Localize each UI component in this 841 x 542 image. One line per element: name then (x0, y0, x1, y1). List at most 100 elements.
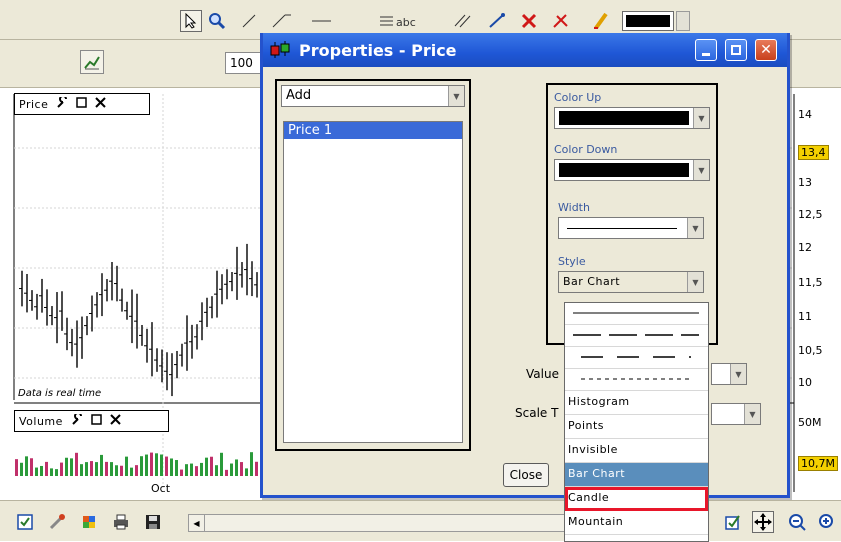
volume-bar (100, 454, 103, 476)
line-style-long-dash[interactable] (565, 325, 708, 347)
text-tool-icon[interactable]: abc (378, 10, 418, 32)
axis-label: 13 (798, 176, 812, 189)
volume-bar (60, 462, 63, 476)
width-label: Width (558, 201, 590, 214)
volume-bar (175, 460, 178, 476)
pencil-icon[interactable] (590, 10, 612, 32)
style-option[interactable]: Histogram (565, 391, 708, 415)
volume-bar (200, 462, 203, 476)
style-option-highlighted[interactable]: Candle (565, 487, 708, 511)
line-tool-icon[interactable] (238, 10, 260, 32)
close-window-button[interactable]: ✕ (755, 39, 777, 61)
volume-bar (130, 467, 133, 476)
candlestick-icon (269, 40, 291, 64)
line-width-sample (567, 228, 677, 229)
chevron-down-icon[interactable]: ▼ (744, 404, 760, 424)
volume-bar (95, 462, 98, 476)
drawing-color-picker[interactable] (622, 11, 674, 31)
color-down-picker[interactable]: ▼ (554, 159, 710, 181)
style-label: Style (558, 255, 586, 268)
minimize-button[interactable] (695, 39, 717, 61)
line-style-dotted[interactable] (565, 369, 708, 391)
svg-text:abc: abc (396, 16, 416, 29)
close-button[interactable]: Close (503, 463, 549, 487)
parallel-lines-icon[interactable] (452, 10, 474, 32)
list-item[interactable]: Price 1 (284, 122, 462, 139)
axis-label: 10 (798, 376, 812, 389)
volume-bar (225, 469, 228, 476)
style-options-list[interactable]: Histogram Points Invisible Bar Chart Can… (564, 302, 709, 542)
volume-bar (150, 452, 153, 476)
fibonacci-icon[interactable] (486, 10, 508, 32)
zoom-out-icon[interactable] (786, 511, 808, 533)
chevron-down-icon[interactable]: ▼ (693, 108, 709, 128)
checkbox-icon[interactable] (14, 511, 36, 533)
chevron-down-icon[interactable]: ▼ (687, 272, 703, 292)
maximize-icon[interactable] (76, 97, 88, 111)
add-dropdown[interactable]: Add ▼ (281, 85, 465, 107)
close-icon[interactable] (110, 414, 121, 428)
color-dropdown-arrow[interactable] (676, 11, 690, 31)
series-list[interactable]: Price 1 (283, 121, 463, 443)
color-up-picker[interactable]: ▼ (554, 107, 710, 129)
style-option[interactable]: Points (565, 415, 708, 439)
line-style-solid[interactable] (565, 303, 708, 325)
select-cursor-icon[interactable] (180, 10, 202, 32)
maximize-icon[interactable] (91, 414, 102, 428)
select-area-icon[interactable] (722, 511, 744, 533)
axis-label-volume-current: 10,7M (798, 456, 838, 471)
zoom-icon[interactable] (206, 10, 228, 32)
save-icon[interactable] (142, 511, 164, 533)
volume-bar (35, 467, 38, 476)
volume-bar (125, 456, 128, 476)
wrench-icon[interactable] (56, 94, 68, 112)
chevron-down-icon[interactable]: ▼ (687, 218, 703, 238)
chart-settings-icon[interactable] (80, 50, 104, 74)
chevron-down-icon[interactable]: ▼ (693, 160, 709, 180)
style-dropdown[interactable]: Bar Chart ▼ (558, 271, 704, 293)
zoom-field[interactable]: 100 (225, 52, 265, 74)
zoom-in-icon[interactable] (816, 511, 838, 533)
chevron-down-icon[interactable]: ▼ (448, 86, 464, 106)
wrench-icon[interactable] (71, 411, 83, 429)
volume-bar (135, 465, 138, 476)
puzzle-icon[interactable] (78, 511, 100, 533)
style-option[interactable]: Mountain (565, 511, 708, 535)
volume-bar (105, 461, 108, 476)
volume-bar (40, 465, 43, 476)
scroll-left-icon[interactable]: ◀ (189, 515, 205, 531)
volume-bar (170, 458, 173, 476)
style-option[interactable]: Invisible (565, 439, 708, 463)
series-panel: Add ▼ Price 1 (275, 79, 471, 451)
volume-bar (140, 456, 143, 476)
volume-bar (185, 464, 188, 476)
volume-bar (15, 459, 18, 476)
style-dropdown-value: Bar Chart (563, 275, 621, 288)
width-dropdown[interactable]: ▼ (558, 217, 704, 239)
horizontal-line-icon[interactable] (310, 10, 332, 32)
delete-all-icon[interactable] (550, 10, 572, 32)
dialog-title: Properties - Price (299, 40, 457, 60)
ray-tool-icon[interactable] (270, 10, 292, 32)
brush-icon[interactable] (46, 511, 68, 533)
style-option-selected[interactable]: Bar Chart (565, 463, 708, 487)
delete-drawing-icon[interactable] (518, 10, 540, 32)
maximize-button[interactable] (725, 39, 747, 61)
properties-dialog: Properties - Price ✕ Add ▼ Price 1 Color… (260, 33, 790, 542)
price-bars (19, 243, 258, 397)
color-up-label: Color Up (554, 91, 602, 104)
volume-bar (195, 466, 198, 476)
close-icon[interactable] (95, 97, 107, 111)
color-down-swatch (559, 163, 689, 177)
pan-icon[interactable] (752, 511, 774, 533)
value-dropdown[interactable]: ▼ (711, 363, 747, 385)
chevron-down-icon[interactable]: ▼ (730, 364, 746, 384)
dialog-titlebar[interactable]: Properties - Price ✕ (263, 33, 787, 67)
print-icon[interactable] (110, 511, 132, 533)
axis-label: 11 (798, 310, 812, 323)
scale-dropdown[interactable]: ▼ (711, 403, 761, 425)
volume-bar (245, 468, 248, 476)
axis-label-volume: 50M (798, 416, 822, 429)
line-style-dash[interactable] (565, 347, 708, 369)
color-up-swatch (559, 111, 689, 125)
